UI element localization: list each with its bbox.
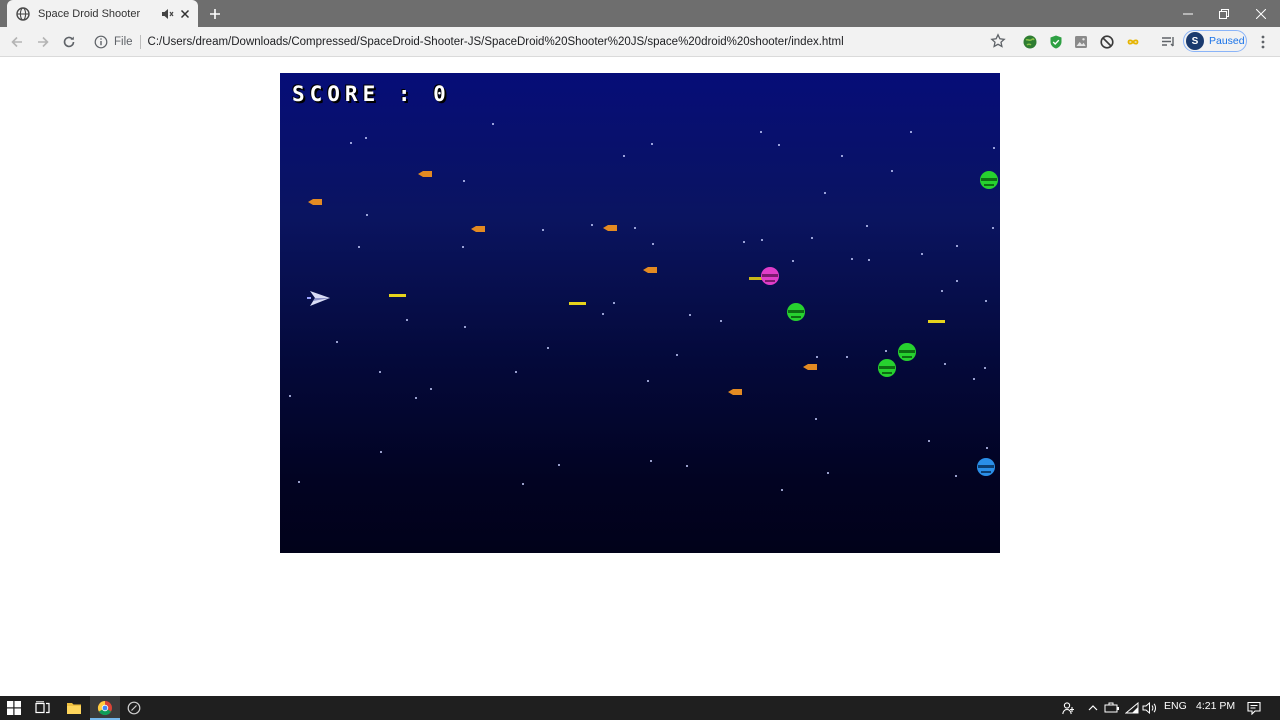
address-divider: [139, 35, 141, 49]
tab-strip: Space Droid Shooter: [0, 0, 1280, 27]
profile-button[interactable]: S Paused: [1183, 30, 1247, 52]
app-circle-icon[interactable]: [125, 699, 143, 717]
enemy-missile: [471, 226, 485, 232]
clock-time[interactable]: 4:21 PM: [1196, 700, 1235, 712]
enemy-missile: [418, 171, 432, 177]
back-icon[interactable]: [9, 34, 25, 50]
address-url[interactable]: C:/Users/dream/Downloads/Compressed/Spac…: [148, 36, 844, 48]
wifi-icon[interactable]: [1123, 699, 1141, 717]
address-scheme-label: File: [114, 36, 133, 48]
enemy-missile: [803, 364, 817, 370]
battery-icon[interactable]: [1103, 699, 1121, 717]
language-indicator[interactable]: ENG: [1164, 700, 1187, 712]
player-bullet: [389, 294, 406, 297]
close-tab-icon[interactable]: [178, 7, 192, 21]
avatar: S: [1186, 32, 1204, 50]
tab-active[interactable]: Space Droid Shooter: [7, 0, 198, 27]
extension-globe-icon[interactable]: [1022, 34, 1038, 50]
extension-block-icon[interactable]: [1099, 34, 1115, 50]
people-icon[interactable]: [1060, 699, 1078, 717]
new-tab-icon[interactable]: [207, 6, 223, 22]
green-droid: [878, 359, 896, 377]
taskbar: ENG 4:21 PM: [0, 696, 1280, 720]
green-droid: [980, 171, 998, 189]
reload-icon[interactable]: [61, 34, 77, 50]
profile-status: Paused: [1209, 35, 1245, 47]
bookmark-star-icon[interactable]: [990, 33, 1006, 49]
browser-toolbar: File C:/Users/dream/Downloads/Compressed…: [0, 27, 1280, 57]
enemy-missile: [643, 267, 657, 273]
enemy-missile: [308, 199, 322, 205]
enemy-missile: [728, 389, 742, 395]
windows-start-icon[interactable]: [5, 699, 23, 717]
blue-droid: [977, 458, 995, 476]
player-bullet: [569, 302, 586, 305]
task-view-icon[interactable]: [34, 699, 52, 717]
extension-image-icon[interactable]: [1073, 34, 1089, 50]
enemy-missile: [603, 225, 617, 231]
chevron-up-icon[interactable]: [1084, 699, 1102, 717]
tab-title: Space Droid Shooter: [38, 7, 141, 20]
volume-icon[interactable]: [1141, 699, 1159, 717]
player-ship: [307, 291, 330, 306]
speaker-muted-icon[interactable]: [160, 7, 174, 21]
game-sprites: [307, 171, 998, 476]
address-bar[interactable]: File C:/Users/dream/Downloads/Compressed…: [88, 30, 1014, 54]
game-canvas[interactable]: SCORE : 0: [280, 73, 1000, 553]
minimize-icon[interactable]: [1170, 0, 1206, 27]
info-icon[interactable]: [94, 35, 108, 49]
green-droid: [898, 343, 916, 361]
close-window-icon[interactable]: [1243, 0, 1279, 27]
notifications-icon[interactable]: [1245, 699, 1263, 717]
pink-droid: [761, 267, 779, 285]
forward-icon[interactable]: [35, 34, 51, 50]
player-bullet: [928, 320, 945, 323]
reading-list-icon[interactable]: [1160, 34, 1176, 50]
file-explorer-icon[interactable]: [65, 699, 83, 717]
green-droid: [787, 303, 805, 321]
extension-infinity-icon[interactable]: [1125, 34, 1141, 50]
restore-icon[interactable]: [1206, 0, 1242, 27]
chrome-icon[interactable]: [96, 699, 114, 717]
extension-shield-icon[interactable]: [1048, 34, 1064, 50]
more-menu-icon[interactable]: [1256, 34, 1270, 50]
globe-icon: [16, 6, 30, 21]
